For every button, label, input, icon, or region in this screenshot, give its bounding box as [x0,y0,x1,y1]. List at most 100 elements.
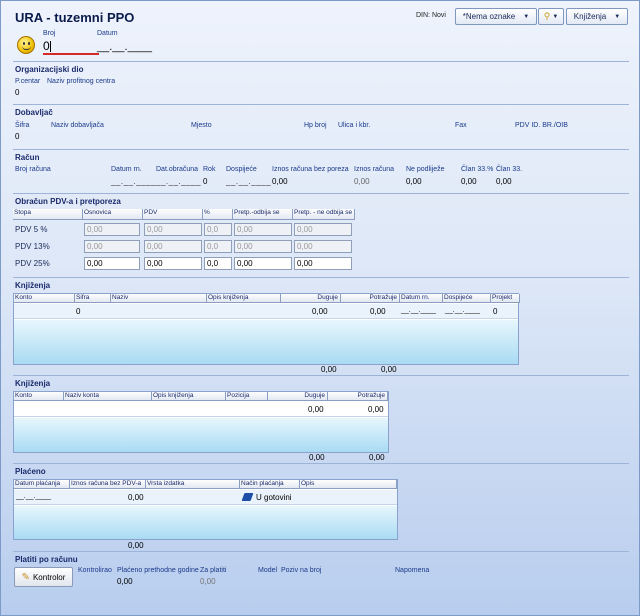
org-title: Organizacijski dio [15,65,84,74]
iznos-bez-input[interactable]: 0,00 [272,177,288,186]
dospijece-input[interactable]: __.__.____ [226,177,271,186]
knjizenja-title: Knjiženja [15,281,51,290]
row-potrazuje: 0,00 [368,405,384,414]
sifra-label: Šifra [15,122,30,129]
col-header: Naziv konta [64,392,152,401]
divider [13,375,629,376]
sifra-input[interactable]: 0 [15,132,19,141]
sum-duguje: 0,00 [321,365,337,374]
broj-racuna-label: Broj računa [15,166,51,173]
sum-potrazuje: 0,00 [381,365,397,374]
col-header: Naziv [111,294,207,303]
col-header: Opis knjiženja [152,392,226,401]
pretp-ne-odbija-input[interactable]: 0,00 [294,240,352,253]
book-button-label: Knjiženja [573,12,607,21]
kontrolirao-label: Kontrolirao [78,567,112,574]
table-row[interactable]: 0 0,00 0,00 __.__.____ __.__.____ 0 [14,304,518,319]
col-header: Pretp. - ne odbija se [293,209,355,220]
col-header: Opis knjiženja [207,294,281,303]
table-row[interactable]: 0,00 0,00 [14,402,388,417]
pretp-odbija-input[interactable]: 0,00 [234,223,292,236]
pretp-odbija-input[interactable]: 0,00 [234,257,292,270]
row-projekt: 0 [493,307,498,316]
col-header: Iznos računa bez PDV-a [70,480,146,489]
pdv-input[interactable]: 0,00 [144,240,202,253]
knjizenja2-grid[interactable]: Konto Naziv konta Opis knjiženja Pozicij… [13,391,389,453]
divider [13,193,629,194]
platiti-title: Platiti po računu [15,555,78,564]
window: URA - tuzemni PPO DIN: Novi *Nema oznake… [0,0,640,616]
col-header: Pozicija [226,392,268,401]
dospijece-label: Dospijeće [226,166,257,173]
pcentar-label: P.centar [15,78,41,85]
col-header: Dospijeće [443,294,491,303]
col-header: % [203,209,233,220]
row-sifra: 0 [76,307,81,316]
clan33-input[interactable]: 0,00 [496,177,512,186]
percent-input[interactable]: 0,0 [204,257,232,270]
clan33p-label: Član 33.% [461,166,494,173]
pdv-rate-label: PDV 13% [15,242,50,251]
pdv-table-header: Stopa Osnovica PDV % Pretp.-odbija se Pr… [13,209,355,220]
naziv-dob-label: Naziv dobavljača [51,122,104,129]
poziv-label: Poziv na broj [281,567,322,574]
kontrola-button-label: Kontrolor [32,572,66,582]
pretp-ne-odbija-input[interactable]: 0,00 [294,223,352,236]
placeno-grid[interactable]: Datum plaćanja Iznos računa bez PDV-a Vr… [13,479,398,540]
col-header: Šifra [75,294,111,303]
divider [13,61,629,62]
fax-label: Fax [455,122,467,129]
kontrola-button[interactable]: ✎ Kontrolor [14,567,73,587]
row-iznos: 0,00 [128,493,144,502]
datum-rn-input[interactable]: __.__.____ [111,177,156,186]
pcentar-input[interactable]: 0 [15,88,19,97]
placeno-prethodne-value: 0,00 [117,577,133,586]
col-header: Opis [300,480,397,489]
payment-icon [241,493,254,501]
col-header: Konto [14,392,64,401]
pdv-id-label: PDV ID. BR./OIB [515,122,568,129]
broj-label: Broj [43,30,56,37]
rok-input[interactable]: 0 [203,177,207,186]
book-button[interactable]: Knjiženja ▼ [566,8,628,25]
divider [13,277,629,278]
divider [13,149,629,150]
search-button[interactable]: ⚲ ▼ [538,8,564,25]
placeno-prethodne-label: Plaćeno prethodne godine [117,567,199,574]
percent-input[interactable]: 0,0 [204,223,232,236]
col-header: Potražuje [328,392,388,401]
chevron-down-icon: ▼ [614,13,621,20]
row-nacin: U gotovini [256,493,292,502]
row-datum: __.__.____ [401,307,437,314]
pretp-odbija-input[interactable]: 0,00 [234,240,292,253]
tag-select[interactable]: *Nema oznake ▼ [455,8,537,25]
datum-input[interactable]: __.__.____ [97,41,152,53]
pdv-input[interactable]: 0,00 [144,257,202,270]
dat-obracuna-input[interactable]: __.__.____ [156,177,201,186]
din-label: DIN: Novi [416,12,446,19]
table-row[interactable]: __.__.____ 0,00 U gotovini [14,490,397,505]
osnovica-input[interactable]: 0,00 [84,223,140,236]
pretp-ne-odbija-input[interactable]: 0,00 [294,257,352,270]
clan33-label: Član 33. [496,166,523,173]
pdv-input[interactable]: 0,00 [144,223,202,236]
row-datum: __.__.____ [16,493,52,500]
col-header: Duguje [281,294,341,303]
ulica-label: Ulica i kbr. [338,122,371,129]
row-duguje: 0,00 [308,405,324,414]
osnovica-input[interactable]: 0,00 [84,240,140,253]
osnovica-input[interactable]: 0,00 [84,257,140,270]
clan33p-input[interactable]: 0,00 [461,177,477,186]
col-header: Vrsta izdatka [146,480,240,489]
percent-input[interactable]: 0,0 [204,240,232,253]
iznos-bez-label: Iznos računa bez poreza [272,166,349,173]
knjizenja-grid[interactable]: Konto Šifra Naziv Opis knjiženja Duguje … [13,293,520,365]
page-title: URA - tuzemni PPO [15,10,135,25]
sum-iznos: 0,00 [128,541,144,550]
rok-label: Rok [203,166,216,173]
broj-input[interactable]: 0 [43,39,99,55]
datum-label: Datum [97,30,118,37]
col-header: Konto [14,294,75,303]
ne-podlijeze-input[interactable]: 0,00 [406,177,422,186]
divider [13,104,629,105]
